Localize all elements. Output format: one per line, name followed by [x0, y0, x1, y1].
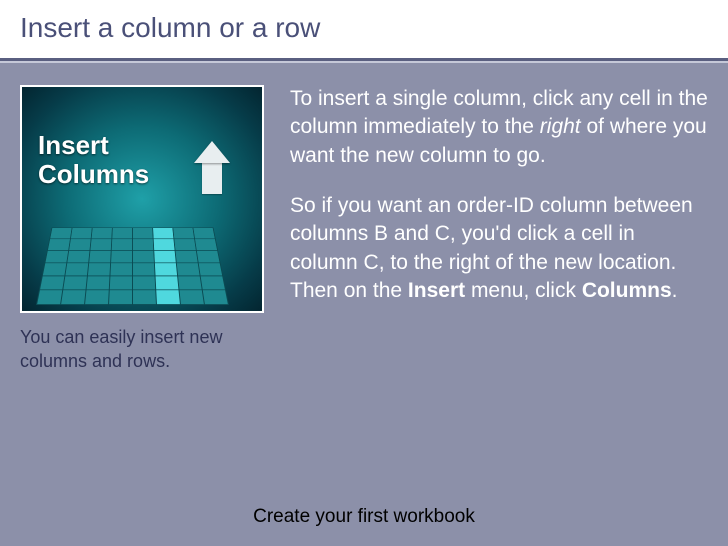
text-run-bold: Columns — [582, 279, 672, 302]
title-bar: Insert a column or a row — [0, 0, 728, 58]
text-run-italic: right — [540, 115, 581, 138]
paragraph-1: To insert a single column, click any cel… — [290, 85, 708, 170]
text-run: menu, click — [465, 279, 582, 302]
up-arrow-icon — [194, 141, 230, 194]
image-caption: You can easily insert new columns and ro… — [20, 325, 272, 374]
text-run: . — [672, 279, 678, 302]
body-text: To insert a single column, click any cel… — [290, 85, 708, 374]
spreadsheet-grid-icon — [36, 227, 229, 305]
footer-text: Create your first workbook — [0, 506, 728, 528]
illustration-label-line2: Columns — [38, 159, 149, 189]
content-area: Insert Columns You can easily insert new… — [0, 63, 728, 374]
insert-columns-illustration: Insert Columns — [20, 85, 264, 313]
illustration-label: Insert Columns — [38, 131, 149, 188]
paragraph-2: So if you want an order-ID column betwee… — [290, 192, 708, 305]
text-run-bold: Insert — [408, 279, 465, 302]
slide-title: Insert a column or a row — [20, 12, 708, 44]
left-column: Insert Columns You can easily insert new… — [20, 85, 272, 374]
illustration-label-line1: Insert — [38, 130, 109, 160]
